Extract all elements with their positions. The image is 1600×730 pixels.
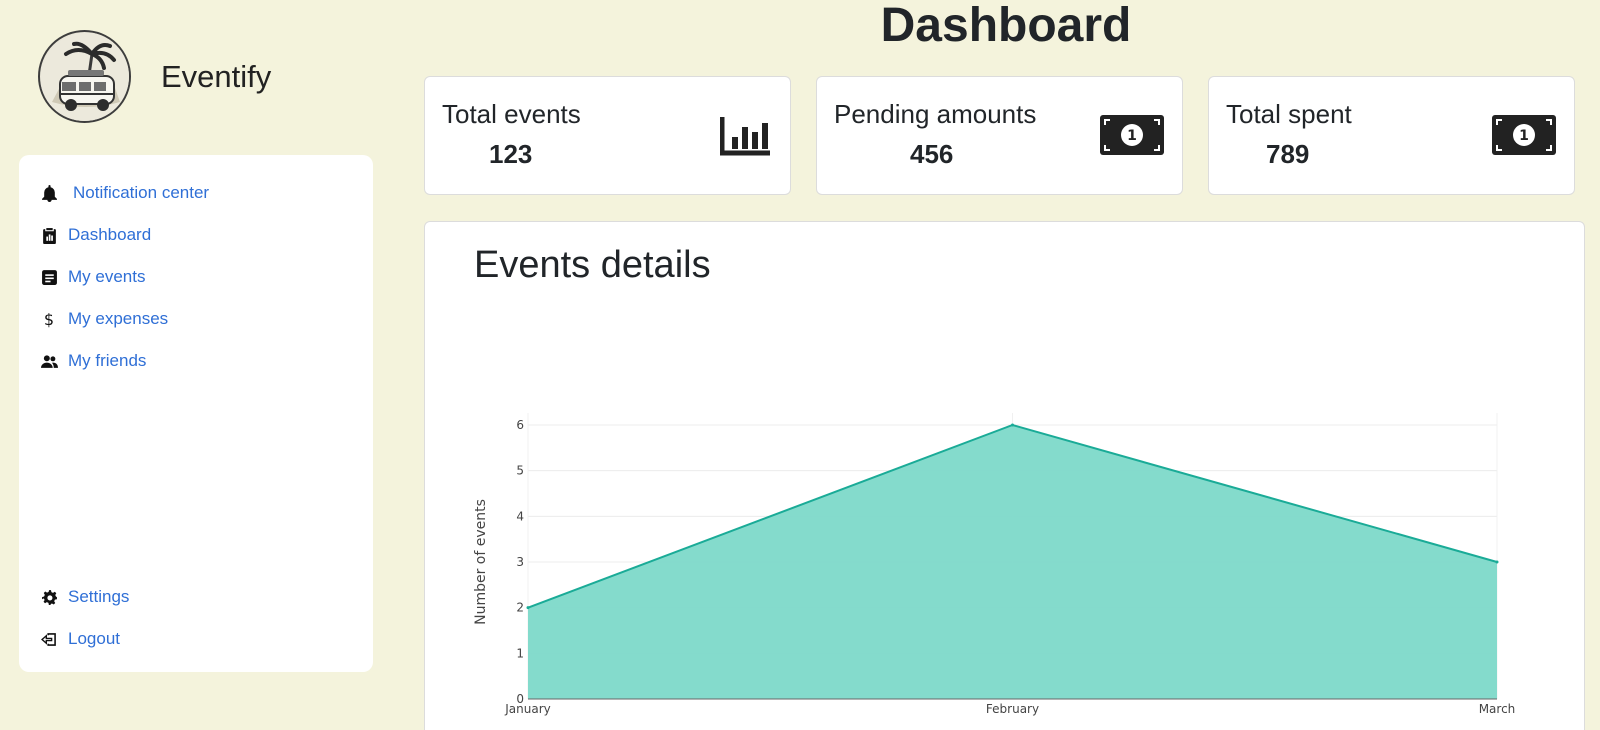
svg-text:1: 1 bbox=[1519, 128, 1529, 144]
sidebar-item-label: My expenses bbox=[68, 309, 169, 328]
x-tick-label: March bbox=[1479, 702, 1516, 716]
data-point bbox=[526, 606, 530, 610]
sidebar-item-label: My events bbox=[68, 267, 146, 286]
sidebar-item-notification-center[interactable]: Notification center bbox=[39, 183, 209, 203]
area-fill bbox=[528, 425, 1497, 699]
logout-icon bbox=[39, 629, 59, 649]
sidebar-item-my-expenses[interactable]: $ My expenses bbox=[39, 309, 168, 329]
stat-value: 123 bbox=[489, 139, 533, 169]
van-logo-icon bbox=[38, 30, 131, 123]
events-chart[interactable]: 0123456January February MarchNumber of eve… bbox=[425, 222, 1586, 730]
page-title: Dashboard bbox=[880, 0, 1132, 52]
y-tick-label: 6 bbox=[516, 418, 524, 432]
y-tick-label: 3 bbox=[516, 555, 524, 569]
banknote-icon: 1 bbox=[1100, 115, 1164, 160]
events-details-card: 0 1 2 3 4 5 6 January February March Number of eve… bbox=[424, 221, 1585, 730]
sidebar-item-my-events[interactable]: My events bbox=[39, 267, 145, 287]
data-point bbox=[1495, 560, 1499, 564]
sidebar: Notification center Dashboard My events … bbox=[19, 155, 373, 672]
y-axis-title: Number of events bbox=[473, 499, 489, 625]
y-tick-label: 2 bbox=[516, 601, 524, 615]
bell-icon bbox=[39, 183, 59, 203]
sidebar-item-label: Settings bbox=[68, 587, 130, 606]
people-icon bbox=[39, 351, 59, 371]
sidebar-item-dashboard[interactable]: Dashboard bbox=[39, 225, 151, 245]
sidebar-item-label: My friends bbox=[68, 351, 147, 370]
list-card-icon bbox=[39, 267, 59, 287]
y-tick-label: 5 bbox=[516, 464, 524, 478]
dollar-icon: $ bbox=[43, 309, 55, 329]
sidebar-item-settings[interactable]: Settings bbox=[39, 587, 129, 607]
app-name: Eventify bbox=[161, 58, 272, 94]
sidebar-item-my-friends[interactable]: My friends bbox=[39, 351, 146, 371]
stat-value: 456 bbox=[910, 139, 954, 169]
chart-title: Events details bbox=[474, 244, 711, 286]
bar-chart-icon bbox=[719, 115, 772, 162]
sidebar-item-label: Logout bbox=[68, 629, 120, 648]
banknote-icon: 1 bbox=[1492, 115, 1556, 160]
x-tick-label: February bbox=[986, 702, 1039, 716]
brand: Eventify bbox=[38, 30, 271, 123]
sidebar-item-logout[interactable]: Logout bbox=[39, 629, 120, 649]
y-tick-label: 4 bbox=[516, 509, 524, 523]
stat-value: 789 bbox=[1266, 139, 1310, 169]
stat-card-total-events: Total events 123 bbox=[424, 76, 791, 195]
y-tick-label: 1 bbox=[516, 646, 524, 660]
stat-card-pending-amounts: Pending amounts 456 1 bbox=[816, 76, 1183, 195]
sidebar-item-label: Dashboard bbox=[68, 225, 152, 244]
clipboard-chart-icon bbox=[39, 225, 59, 245]
stat-label: Pending amounts bbox=[834, 99, 1037, 129]
stat-label: Total spent bbox=[1226, 99, 1352, 129]
stat-label: Total events bbox=[442, 99, 581, 129]
sidebar-item-label: Notification center bbox=[73, 183, 210, 202]
stat-card-total-spent: Total spent 789 1 bbox=[1208, 76, 1575, 195]
gear-icon bbox=[39, 587, 59, 607]
x-tick-label: January bbox=[504, 702, 551, 716]
data-point bbox=[1011, 423, 1014, 427]
svg-text:1: 1 bbox=[1127, 128, 1137, 144]
